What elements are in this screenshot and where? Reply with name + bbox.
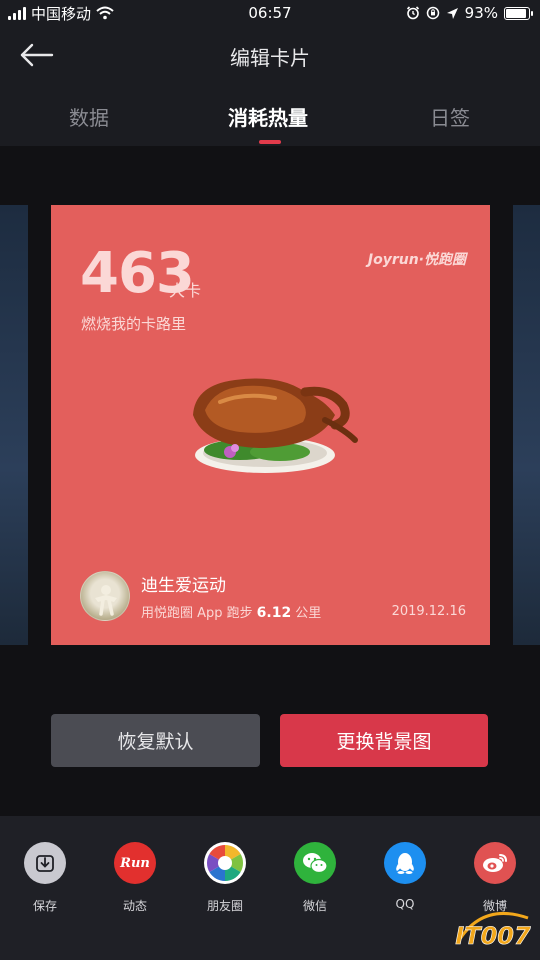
run-icon: Run [114, 842, 156, 884]
battery-icon [504, 6, 533, 20]
tab-daily-sign[interactable]: 日签 [430, 102, 470, 131]
share-feed-label: 动态 [122, 899, 147, 913]
rotation-lock-icon [426, 6, 439, 20]
share-save-label: 保存 [32, 899, 57, 913]
previous-card[interactable] [0, 205, 28, 645]
share-weibo[interactable]: 微博 [455, 842, 535, 914]
alarm-icon [406, 6, 419, 20]
share-card: 463 大卡 燃烧我的卡路里 Joyrun·悦跑圈 迪生爱运动 用悦跑圈 App… [51, 205, 490, 645]
status-bar-right: 93% [406, 4, 533, 22]
run-summary: 用悦跑圈 App 跑步 6.12 公里 [141, 602, 321, 621]
avatar [80, 571, 130, 621]
share-save[interactable]: 保存 [5, 842, 85, 914]
location-icon [446, 7, 458, 19]
qq-icon [384, 842, 426, 884]
battery-percent: 93% [464, 4, 498, 22]
run-distance: 6.12 [256, 605, 292, 621]
page-title: 编辑卡片 [230, 46, 310, 70]
share-feed[interactable]: Run 动态 [95, 842, 175, 914]
username: 迪生爱运动 [141, 576, 226, 596]
share-bar: 保存 Run 动态 朋友圈 微信 QQ 微博 IT007 [0, 816, 540, 960]
share-qq-label: QQ [395, 897, 415, 911]
change-background-button[interactable]: 更换背景图 [280, 714, 488, 767]
wechat-icon [294, 842, 336, 884]
reset-default-button[interactable]: 恢复默认 [51, 714, 260, 767]
share-moments-label: 朋友圈 [206, 899, 243, 913]
run-date: 2019.12.16 [391, 604, 466, 619]
share-qq[interactable]: QQ [365, 842, 445, 911]
run-prefix: 用悦跑圈 App 跑步 [141, 606, 253, 621]
watermark-text: IT007 [455, 922, 531, 950]
share-moments[interactable]: 朋友圈 [185, 842, 265, 914]
download-icon [24, 842, 66, 884]
card-carousel: 463 大卡 燃烧我的卡路里 Joyrun·悦跑圈 迪生爱运动 用悦跑圈 App… [0, 146, 540, 816]
tab-indicator [259, 140, 281, 144]
status-bar: 中国移动 06:57 93% [0, 0, 540, 26]
weibo-icon [474, 842, 516, 884]
brand-logo: Joyrun·悦跑圈 [367, 252, 466, 268]
roast-duck-image [193, 378, 358, 473]
tab-calories[interactable]: 消耗热量 [228, 102, 308, 131]
distance-unit: 公里 [295, 606, 322, 621]
card-subtitle: 燃烧我的卡路里 [81, 315, 187, 333]
share-wechat[interactable]: 微信 [275, 842, 355, 914]
nav-bar: 编辑卡片 [0, 26, 540, 86]
battery-level [506, 8, 527, 18]
share-wechat-label: 微信 [302, 899, 327, 913]
watermark-logo: IT007 [455, 911, 531, 950]
tab-bar: 数据 消耗热量 日签 [0, 86, 540, 146]
next-card[interactable] [513, 205, 540, 645]
calories-unit: 大卡 [169, 281, 202, 300]
tab-data[interactable]: 数据 [69, 102, 109, 131]
moments-icon [204, 842, 246, 884]
